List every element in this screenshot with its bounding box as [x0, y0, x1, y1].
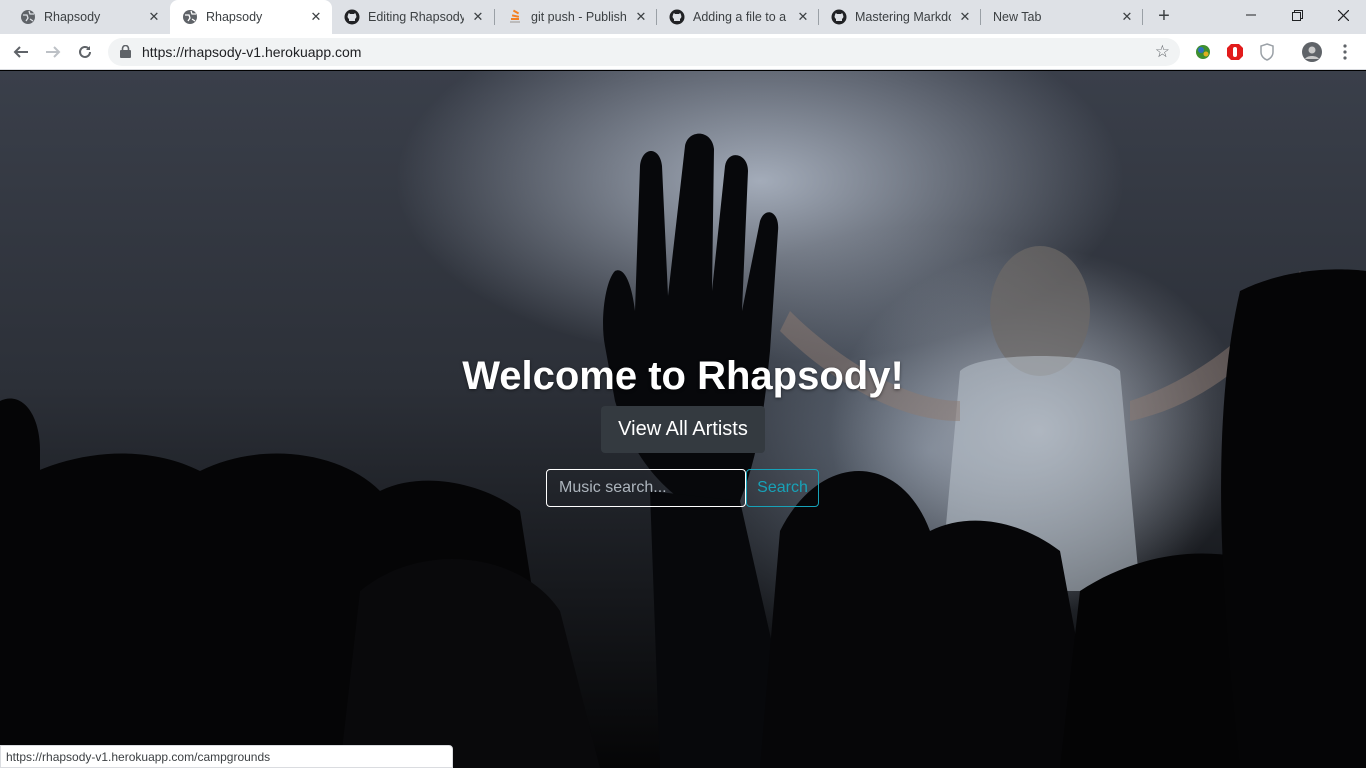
- new-tab-button[interactable]: +: [1152, 5, 1176, 29]
- bookmark-star-icon[interactable]: ☆: [1155, 42, 1170, 62]
- close-icon[interactable]: ✕: [633, 9, 649, 25]
- browser-tab[interactable]: Mastering Markdo ✕: [819, 0, 981, 34]
- close-icon[interactable]: ✕: [146, 9, 162, 25]
- tab-title: New Tab: [993, 10, 1042, 24]
- minimize-icon[interactable]: [1228, 0, 1274, 30]
- browser-tab[interactable]: Adding a file to a ✕: [657, 0, 819, 34]
- close-window-icon[interactable]: [1320, 0, 1366, 30]
- stackoverflow-icon: [507, 9, 523, 25]
- tab-title: Adding a file to a: [693, 10, 787, 24]
- browser-tab-active[interactable]: Rhapsody ✕: [170, 0, 332, 34]
- music-search-input[interactable]: [546, 469, 746, 507]
- restore-icon[interactable]: [1274, 0, 1320, 30]
- lock-icon: [120, 44, 131, 63]
- github-icon: [669, 9, 685, 25]
- profile-avatar[interactable]: [1302, 42, 1322, 62]
- tab-title: git push - Publishi: [531, 10, 627, 24]
- search-button[interactable]: Search: [746, 469, 819, 507]
- close-icon[interactable]: ✕: [1119, 9, 1135, 25]
- page-title: Welcome to Rhapsody!: [462, 354, 904, 398]
- github-icon: [344, 9, 360, 25]
- tab-separator: [1142, 9, 1143, 25]
- tab-title: Rhapsody: [206, 10, 263, 24]
- status-bar-url: https://rhapsody-v1.herokuapp.com/campgr…: [0, 745, 453, 768]
- close-icon[interactable]: ✕: [308, 9, 324, 25]
- reload-icon[interactable]: [72, 39, 98, 65]
- tab-strip: Rhapsody ✕ Rhapsody ✕ Editing Rhapsody/ …: [0, 0, 1366, 34]
- github-icon: [831, 9, 847, 25]
- adblock-extension-icon[interactable]: [1225, 42, 1245, 62]
- globe-icon: [182, 9, 198, 25]
- shield-extension-icon[interactable]: [1257, 42, 1277, 62]
- tab-title: Mastering Markdo: [855, 10, 951, 24]
- menu-icon[interactable]: [1335, 42, 1355, 62]
- close-icon[interactable]: ✕: [957, 9, 973, 25]
- close-icon[interactable]: ✕: [470, 9, 486, 25]
- browser-tab[interactable]: git push - Publishi ✕: [495, 0, 657, 34]
- browser-tab[interactable]: Rhapsody ✕: [8, 0, 170, 34]
- globe-icon: [20, 9, 36, 25]
- back-icon[interactable]: [8, 39, 34, 65]
- browser-tab[interactable]: New Tab ✕: [981, 0, 1143, 34]
- tab-title: Editing Rhapsody/: [368, 10, 464, 24]
- browser-tab[interactable]: Editing Rhapsody/ ✕: [332, 0, 494, 34]
- browser-toolbar: https://rhapsody-v1.herokuapp.com ☆: [0, 34, 1366, 70]
- tab-title: Rhapsody: [44, 10, 101, 24]
- landing-page: Welcome to Rhapsody! View All Artists Se…: [0, 71, 1366, 768]
- forward-icon[interactable]: [40, 39, 66, 65]
- extension-icon[interactable]: [1193, 42, 1213, 62]
- close-icon[interactable]: ✕: [795, 9, 811, 25]
- url-text: https://rhapsody-v1.herokuapp.com: [142, 44, 362, 60]
- address-bar[interactable]: https://rhapsody-v1.herokuapp.com ☆: [108, 38, 1180, 66]
- view-all-artists-button[interactable]: View All Artists: [601, 406, 765, 453]
